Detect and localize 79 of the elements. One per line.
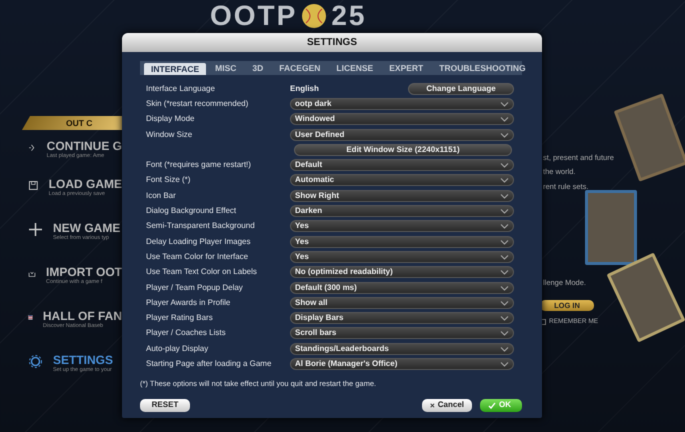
dropdown-value: Show Right: [295, 190, 339, 202]
setting-label: Semi-Transparent Background: [145, 220, 256, 232]
reset-button[interactable]: RESET: [140, 398, 190, 412]
dropdown-value: Windowed: [295, 113, 335, 126]
dropdown[interactable]: No (optimized readability): [290, 266, 514, 278]
dropdown-value: Yes: [295, 250, 309, 263]
setting-label: Dialog Background Effect: [145, 205, 238, 218]
dropdown[interactable]: ootp dark: [290, 98, 514, 110]
logo-text: OOTP: [210, 2, 298, 30]
setting-label: Player / Team Popup Delay: [145, 282, 244, 294]
menu-item-title[interactable]: IMPORT OOT: [46, 266, 122, 279]
close-icon: [430, 402, 435, 409]
dropdown[interactable]: User Defined: [290, 128, 514, 141]
dropdown[interactable]: Al Borie (Manager's Office): [290, 358, 514, 370]
dropdown-value: Scroll bars: [295, 327, 336, 340]
setting-label: Player Rating Bars: [145, 312, 214, 324]
tab[interactable]: INTERFACE: [144, 63, 206, 75]
tab[interactable]: MISC: [208, 61, 244, 75]
setting-label: Font Size (*): [145, 174, 192, 186]
setting-label: Display Mode: [145, 113, 196, 126]
dropdown-value: Yes: [295, 220, 309, 232]
dropdown[interactable]: Display Bars: [290, 312, 514, 324]
menu-item-title[interactable]: HALL OF FAN: [42, 310, 122, 323]
dropdown-value: Default: [295, 159, 322, 172]
dropdown[interactable]: Show Right: [290, 190, 514, 202]
edit-window-size-button[interactable]: Edit Window Size (2240x1151): [294, 144, 512, 156]
setting-label: Delay Loading Player Images: [145, 236, 252, 248]
tab[interactable]: 3D: [245, 61, 270, 75]
dropdown-value: Yes: [295, 236, 309, 248]
menu-item-title[interactable]: CONTINUE G: [46, 140, 122, 153]
change-language-button[interactable]: Change Language: [408, 82, 514, 95]
dropdown-value: ootp dark: [295, 98, 332, 110]
dropdown-value: User Defined: [295, 128, 344, 141]
dropdown[interactable]: Show all: [290, 296, 514, 309]
dropdown[interactable]: Yes: [290, 250, 514, 263]
setting-label: Interface Language: [145, 82, 216, 95]
dropdown-value: Show all: [295, 296, 328, 309]
menu-item-title[interactable]: SETTINGS: [53, 354, 114, 367]
setting-label: Icon Bar: [145, 190, 177, 202]
dropdown-value: Standings/Leaderboards: [295, 342, 389, 355]
dropdown-value: Darken: [295, 205, 322, 218]
menu-item-title[interactable]: LOAD GAME: [48, 178, 122, 191]
dropdown-value: Default (300 ms): [295, 282, 357, 294]
dropdown[interactable]: Default (300 ms): [290, 282, 514, 294]
settings-icon: [28, 354, 43, 369]
tab[interactable]: LICENSE: [329, 61, 380, 75]
dropdown-value: Al Borie (Manager's Office): [295, 358, 398, 370]
tab[interactable]: EXPERT: [382, 61, 430, 75]
setting-label: Use Team Text Color on Labels: [145, 266, 258, 278]
dropdown-value: Automatic: [295, 174, 334, 186]
setting-label: Skin (*restart recommended): [145, 98, 250, 110]
dropdown[interactable]: Automatic: [290, 174, 514, 186]
setting-label: Window Size: [145, 128, 194, 141]
setting-value: English: [290, 82, 320, 95]
dropdown[interactable]: Default: [290, 159, 514, 172]
setting-label: Font (*requires game restart!): [145, 159, 252, 172]
logo-number: 25: [331, 2, 366, 30]
dropdown[interactable]: Yes: [290, 236, 514, 248]
setting-label: Player / Coaches Lists: [145, 327, 227, 340]
cancel-button[interactable]: Cancel: [422, 398, 472, 412]
menu-item-title[interactable]: NEW GAME: [53, 222, 120, 235]
dropdown[interactable]: Scroll bars: [290, 327, 514, 340]
dropdown[interactable]: Windowed: [290, 113, 514, 126]
setting-label: Auto-play Display: [145, 342, 210, 355]
plus-icon: [28, 222, 43, 237]
setting-label: Starting Page after loading a Game: [145, 358, 272, 370]
dropdown[interactable]: Darken: [290, 205, 514, 218]
check-icon: [488, 402, 496, 409]
banner-text: OUT C: [66, 117, 92, 130]
baseball-icon: [301, 3, 328, 29]
dropdown[interactable]: Standings/Leaderboards: [290, 342, 514, 355]
setting-label: Use Team Color for Interface: [145, 250, 250, 263]
dropdown-value: Display Bars: [295, 312, 344, 324]
dropdown-value: No (optimized readability): [295, 266, 393, 278]
setting-label: Player Awards in Profile: [145, 296, 232, 309]
tab[interactable]: TROUBLESHOOTING: [432, 61, 533, 75]
dialog-title: SETTINGS: [122, 33, 542, 52]
dropdown[interactable]: Yes: [290, 220, 514, 232]
tab[interactable]: FACEGEN: [272, 61, 328, 75]
